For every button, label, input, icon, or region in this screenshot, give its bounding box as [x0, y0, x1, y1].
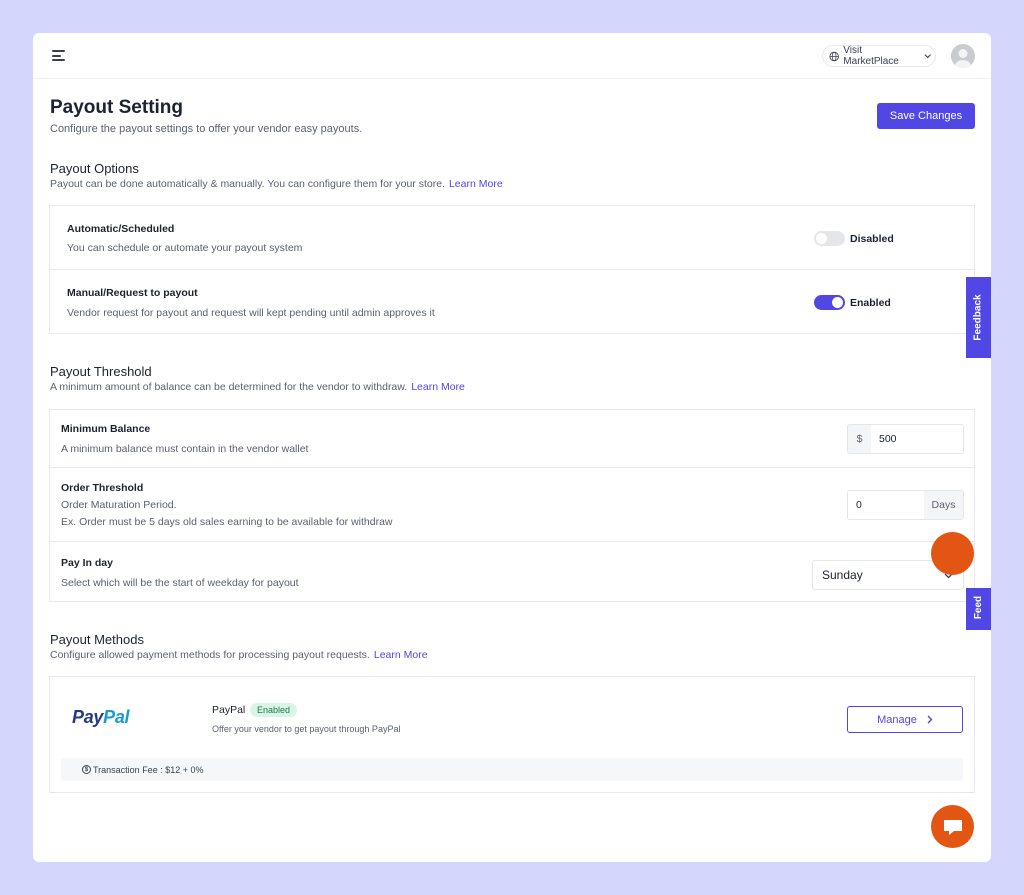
- row-desc: Ex. Order must be 5 days old sales earni…: [61, 516, 393, 528]
- row-title: Manual/Request to payout: [67, 287, 198, 299]
- main-panel: Visit MarketPlace Payout Setting Configu…: [33, 33, 991, 862]
- row-title: Pay In day: [61, 557, 113, 569]
- page-subtitle: Configure the payout settings to offer y…: [50, 123, 363, 135]
- order-threshold-row: Order Threshold Order Maturation Period.…: [49, 467, 975, 542]
- feedback-tab-secondary[interactable]: Feed: [966, 588, 991, 630]
- manual-toggle-label: Enabled: [850, 297, 891, 309]
- top-bar: Visit MarketPlace: [33, 33, 991, 79]
- paypal-logo: PayPal: [72, 707, 130, 727]
- chevron-down-icon: [924, 54, 931, 59]
- order-threshold-field: Days: [847, 490, 964, 520]
- row-desc: You can schedule or automate your payout…: [67, 242, 303, 254]
- automatic-scheduled-row: Automatic/Scheduled You can schedule or …: [49, 205, 975, 270]
- globe-icon: [829, 51, 839, 61]
- payout-methods-title: Payout Methods: [50, 632, 144, 647]
- row-desc: Vendor request for payout and request wi…: [67, 307, 435, 319]
- visit-marketplace-button[interactable]: Visit MarketPlace: [822, 45, 936, 67]
- transaction-fee-label: Transaction Fee : $12 + 0%: [93, 764, 204, 775]
- avatar[interactable]: [951, 44, 975, 68]
- payout-options-title: Payout Options: [50, 161, 139, 176]
- payout-threshold-desc-text: A minimum amount of balance can be deter…: [50, 381, 408, 393]
- launcher-dot[interactable]: [931, 532, 974, 575]
- payout-threshold-title: Payout Threshold: [50, 364, 152, 379]
- payout-methods-desc-text: Configure allowed payment methods for pr…: [50, 649, 370, 661]
- manual-toggle[interactable]: [814, 295, 845, 310]
- days-addon: Days: [924, 491, 963, 519]
- paypal-name: PayPal: [212, 704, 246, 716]
- minimum-balance-field: $: [847, 424, 964, 454]
- save-changes-button[interactable]: Save Changes: [877, 103, 975, 129]
- order-threshold-input[interactable]: [848, 491, 924, 519]
- manage-label: Manage: [877, 713, 917, 726]
- chevron-right-icon: [927, 715, 933, 724]
- chat-button[interactable]: [931, 805, 974, 848]
- menu-icon[interactable]: [52, 50, 65, 61]
- payout-options-learn-more-link[interactable]: Learn More: [449, 178, 503, 190]
- row-desc: Order Maturation Period.: [61, 499, 177, 511]
- automatic-toggle-label: Disabled: [850, 233, 894, 245]
- feedback-label: Feedback: [973, 294, 985, 341]
- page-title: Payout Setting: [50, 97, 184, 118]
- visit-marketplace-label: Visit MarketPlace: [843, 45, 899, 67]
- row-title: Order Threshold: [61, 482, 144, 494]
- feedback-label-partial: Feed: [973, 595, 984, 620]
- minimum-balance-row: Minimum Balance A minimum balance must c…: [49, 409, 975, 468]
- automatic-toggle[interactable]: [814, 231, 845, 246]
- transaction-fee-bar: $ Transaction Fee : $12 + 0%: [61, 758, 963, 781]
- payout-threshold-learn-more-link[interactable]: Learn More: [411, 381, 465, 393]
- manual-request-row: Manual/Request to payout Vendor request …: [49, 269, 975, 334]
- row-desc: Select which will be the start of weekda…: [61, 577, 299, 589]
- manage-button[interactable]: Manage: [847, 706, 963, 733]
- payout-options-desc: Payout can be done automatically & manua…: [50, 178, 503, 190]
- coin-icon: $: [82, 765, 91, 774]
- currency-addon: $: [848, 425, 871, 453]
- payout-threshold-desc: A minimum amount of balance can be deter…: [50, 381, 465, 393]
- pay-in-day-selected: Sunday: [822, 568, 863, 582]
- row-desc: A minimum balance must contain in the ve…: [61, 443, 309, 455]
- paypal-desc: Offer your vendor to get payout through …: [212, 724, 401, 734]
- user-avatar-icon: [955, 49, 971, 68]
- payout-methods-desc: Configure allowed payment methods for pr…: [50, 649, 428, 661]
- minimum-balance-input[interactable]: [871, 425, 963, 453]
- status-badge: Enabled: [250, 703, 298, 717]
- chat-icon: [943, 819, 962, 835]
- payout-methods-learn-more-link[interactable]: Learn More: [374, 649, 428, 661]
- payout-options-desc-text: Payout can be done automatically & manua…: [50, 178, 445, 190]
- row-title: Automatic/Scheduled: [67, 223, 175, 235]
- row-title: Minimum Balance: [61, 423, 151, 435]
- feedback-tab[interactable]: Feedback: [966, 277, 991, 358]
